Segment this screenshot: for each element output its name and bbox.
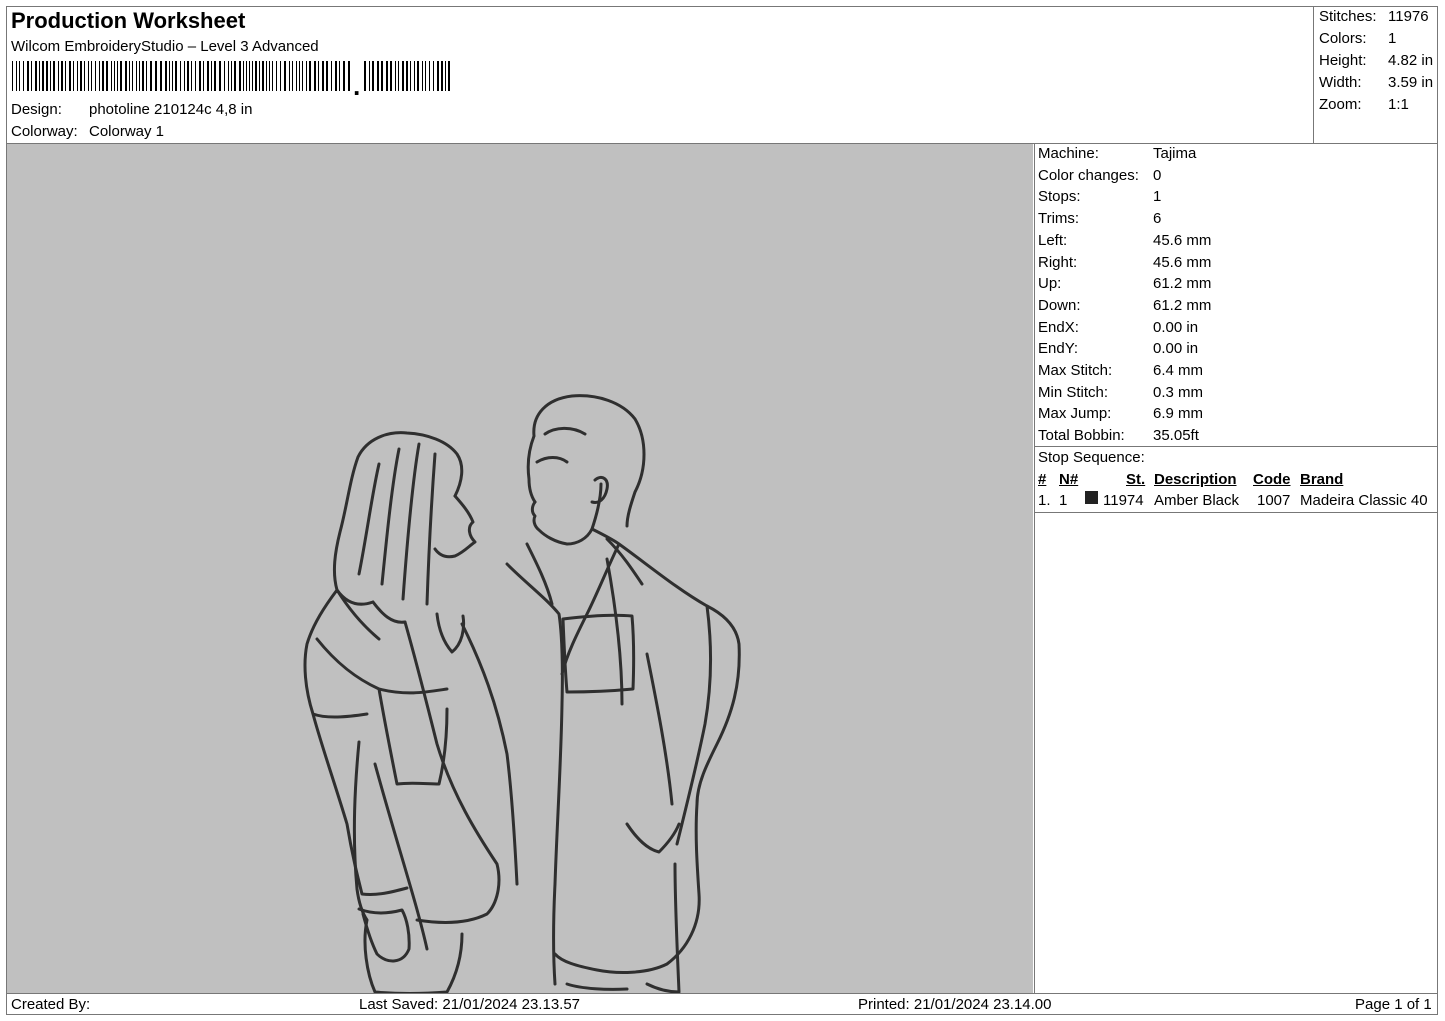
machine-info-value: 1 — [1153, 188, 1162, 206]
page-title: Production Worksheet — [11, 8, 246, 33]
machine-info-label: Min Stitch: — [1038, 383, 1109, 401]
machine-info-value: 61.2 mm — [1153, 275, 1212, 293]
machine-info-value: Tajima — [1153, 145, 1197, 162]
stop-row-st: 11974 — [1103, 492, 1144, 509]
machine-info-value: 61.2 mm — [1153, 296, 1212, 314]
summary-label: Height: — [1319, 52, 1367, 69]
machine-info-label: Up: — [1038, 275, 1062, 293]
colorway-value: Colorway 1 — [89, 123, 165, 140]
software-name: Wilcom EmbroideryStudio – Level 3 Advanc… — [11, 38, 319, 55]
right-panel-divider — [1034, 143, 1035, 993]
col-header-n: N# — [1059, 471, 1079, 488]
design-label: Design: — [11, 101, 62, 118]
stop-row-num: 1. — [1038, 492, 1051, 509]
stop-row-code: 1007 — [1257, 492, 1291, 509]
machine-info-value: 0 — [1153, 166, 1162, 184]
barcode: , — [12, 61, 450, 95]
summary-value: 1 — [1388, 30, 1397, 47]
woman-hair — [332, 431, 466, 654]
summary-value: 4.82 in — [1388, 52, 1434, 69]
woman-face — [433, 494, 477, 559]
machine-info-bottom-line — [1034, 446, 1438, 447]
machine-info-label: Color changes: — [1038, 166, 1139, 184]
woman-hair-inner — [357, 442, 437, 606]
col-header-brand: Brand — [1300, 471, 1344, 488]
machine-info-value: 0.00 in — [1153, 340, 1199, 358]
machine-info-value: 35.05ft — [1153, 427, 1199, 445]
machine-info-value: 6.4 mm — [1153, 362, 1204, 379]
summary-value: 1:1 — [1388, 96, 1409, 113]
stop-row-description: Amber Black — [1154, 492, 1240, 509]
summary-label: Stitches: — [1319, 8, 1377, 25]
summary-label: Zoom: — [1319, 96, 1362, 113]
machine-info-label: EndY: — [1038, 340, 1079, 358]
summary-label: Colors: — [1319, 30, 1367, 47]
col-header-st: St. — [1126, 471, 1146, 488]
machine-info-value: 45.6 mm — [1153, 253, 1212, 271]
created-by: Created By: — [11, 996, 91, 1013]
summary-divider — [1313, 6, 1314, 143]
summary-label: Width: — [1319, 74, 1362, 91]
printed-date: Printed: 21/01/2024 23.14.00 — [858, 996, 1052, 1013]
machine-info-value: 45.6 mm — [1153, 231, 1212, 249]
col-header-description: Description — [1154, 471, 1237, 488]
machine-info-label: Stops: — [1038, 188, 1081, 206]
colorway-label: Colorway: — [11, 123, 78, 140]
footer-top-line — [6, 993, 1438, 994]
man-hair — [535, 426, 587, 464]
machine-info-label: Machine: — [1038, 145, 1099, 162]
summary-value: 11976 — [1388, 8, 1429, 25]
design-preview — [7, 144, 1033, 995]
machine-info-value: 0.00 in — [1153, 318, 1199, 336]
machine-info-value: 6 — [1153, 210, 1162, 228]
svg-text:,: , — [353, 71, 360, 95]
machine-info-label: Max Stitch: — [1038, 362, 1113, 379]
col-header-num: # — [1038, 471, 1047, 488]
man-jacket — [505, 527, 741, 986]
stop-sequence-bottom-line — [1034, 512, 1438, 513]
machine-info-label: Total Bobbin: — [1038, 427, 1125, 445]
thread-color-swatch — [1085, 491, 1098, 504]
machine-info-label: Left: — [1038, 231, 1068, 249]
woman-jacket — [303, 588, 519, 924]
machine-info-value: 0.3 mm — [1153, 383, 1204, 401]
stop-sequence-title: Stop Sequence: — [1038, 449, 1145, 466]
machine-info-label: Trims: — [1038, 210, 1080, 228]
machine-info-label: EndX: — [1038, 318, 1079, 336]
machine-info-label: Down: — [1038, 296, 1081, 314]
page-number: Page 1 of 1 — [1355, 996, 1432, 1013]
man-face — [530, 475, 609, 546]
machine-info-label: Max Jump: — [1038, 405, 1112, 423]
woman-sleeve — [352, 740, 464, 995]
machine-info-label: Right: — [1038, 253, 1078, 271]
stop-row-brand: Madeira Classic 40 — [1300, 492, 1428, 509]
man-hand — [625, 822, 681, 854]
man-head — [526, 394, 646, 528]
last-saved: Last Saved: 21/01/2024 23.13.57 — [359, 996, 581, 1013]
stop-row-n: 1 — [1059, 492, 1068, 509]
col-header-code: Code — [1253, 471, 1291, 488]
machine-info-value: 6.9 mm — [1153, 405, 1204, 423]
man-inner-shirt — [605, 557, 624, 706]
man-pocket — [561, 613, 636, 694]
design-value: photoline 210124c 4,8 in — [89, 101, 253, 118]
man-sleeve — [645, 604, 713, 846]
summary-value: 3.59 in — [1388, 74, 1434, 91]
embroidery-design — [303, 394, 741, 995]
